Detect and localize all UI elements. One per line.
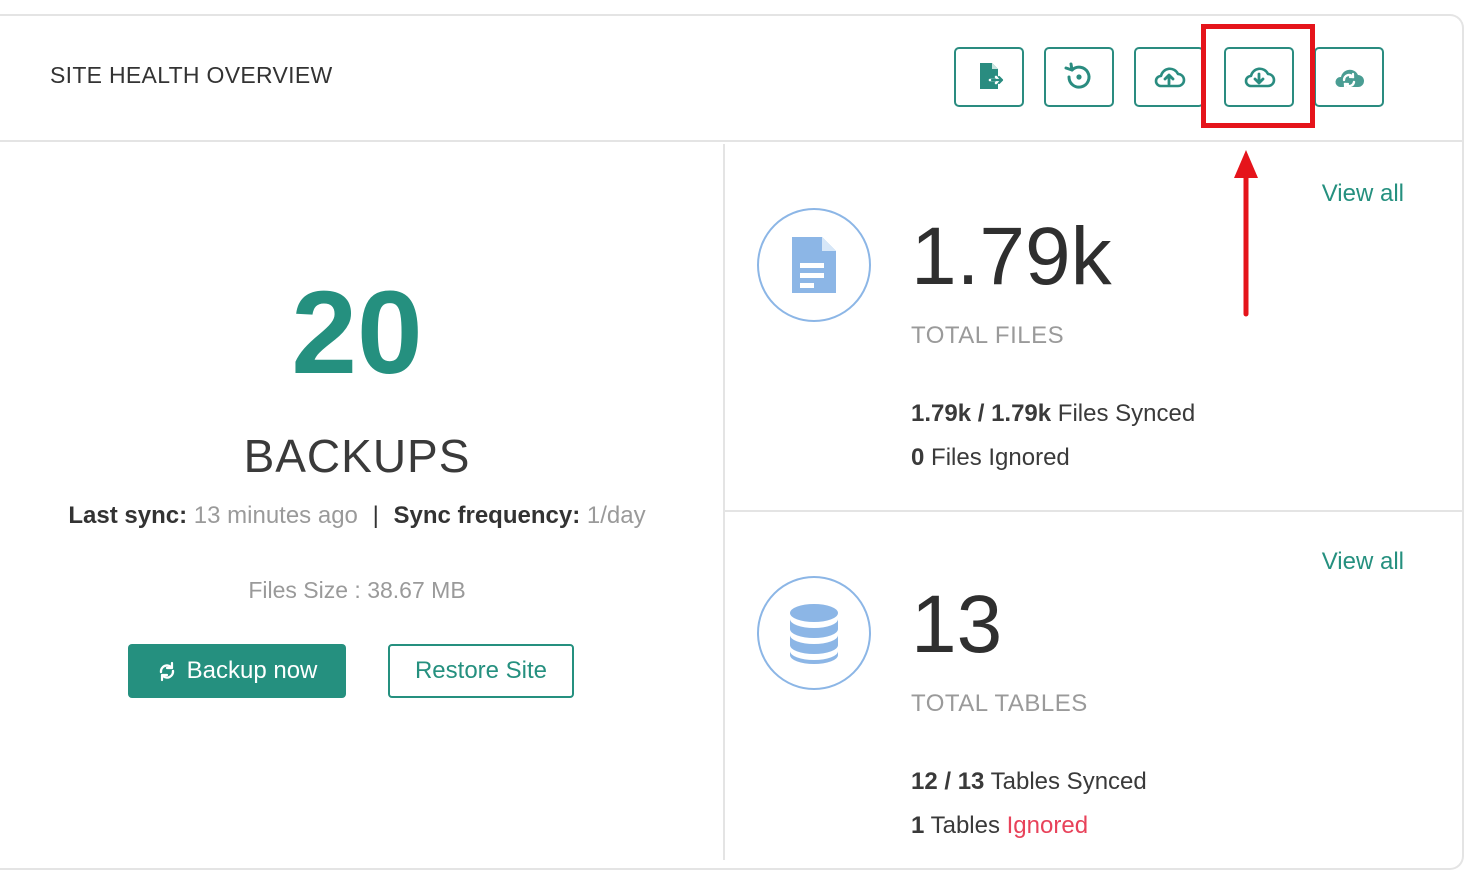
files-panel: View all 1.79k TOTAL FILES 1.79k / 1.79k…	[725, 144, 1462, 510]
backups-label: BACKUPS	[243, 430, 471, 482]
cloud-upload-icon	[1154, 67, 1186, 88]
files-ignored-value: 0	[911, 444, 925, 471]
files-synced: 1.79k / 1.79k Files Synced	[911, 400, 1195, 428]
last-sync-value: 13 minutes ago	[193, 502, 358, 529]
tables-icon-circle	[757, 576, 871, 690]
tables-ignored-highlight: Ignored	[1006, 812, 1089, 839]
sync-frequency-label: Sync frequency:	[393, 502, 581, 529]
sync-frequency-value: 1/day	[586, 502, 646, 529]
file-export-icon	[980, 63, 1004, 89]
backup-now-label: Backup now	[186, 657, 318, 684]
site-health-card: SITE HEALTH OVERVIEW 20 BACKUPS Last syn…	[0, 14, 1464, 870]
tables-synced: 12 / 13 Tables Synced	[911, 768, 1147, 796]
backups-panel: 20 BACKUPS Last sync: 13 minutes ago | S…	[0, 144, 723, 860]
files-icon-circle	[757, 208, 871, 322]
files-ignored: 0 Files Ignored	[911, 444, 1070, 472]
sync-info: Last sync: 13 minutes ago | Sync frequen…	[0, 502, 714, 530]
restore-history-icon	[1064, 62, 1091, 89]
restore-history-button[interactable]	[1044, 47, 1114, 107]
restore-site-button[interactable]: Restore Site	[388, 644, 574, 698]
database-icon	[790, 604, 838, 664]
total-files-count: 1.79k	[911, 211, 1112, 302]
files-synced-value: 1.79k / 1.79k	[911, 400, 1052, 427]
last-sync-label: Last sync:	[68, 502, 188, 529]
tables-ignored: 1 Tables Ignored	[911, 812, 1088, 840]
total-tables-label: TOTAL TABLES	[911, 690, 1088, 717]
document-icon	[792, 237, 836, 293]
files-synced-text: Files Synced	[1057, 400, 1196, 427]
sync-separator: |	[372, 502, 379, 529]
files-view-all-link[interactable]: View all	[1322, 180, 1404, 208]
tables-ignored-value: 1	[911, 812, 925, 839]
highlight-box	[1201, 24, 1315, 128]
tables-synced-value: 12 / 13	[911, 768, 985, 795]
tables-panel: View all 13 TOTAL TABLES 12 / 13 Tables …	[725, 512, 1462, 876]
tables-view-all-link[interactable]: View all	[1322, 548, 1404, 576]
files-size: Files Size : 38.67 MB	[248, 577, 466, 603]
cloud-sync-button[interactable]	[1314, 47, 1384, 107]
backup-now-button[interactable]: Backup now	[128, 644, 346, 698]
files-ignored-text: Files Ignored	[931, 444, 1070, 471]
export-button[interactable]	[954, 47, 1024, 107]
sync-icon	[159, 661, 174, 682]
page-title: SITE HEALTH OVERVIEW	[50, 62, 333, 88]
cloud-upload-button[interactable]	[1134, 47, 1204, 107]
cloud-sync-icon	[1335, 69, 1364, 89]
tables-ignored-text: Tables	[930, 812, 1000, 839]
tables-synced-text: Tables Synced	[990, 768, 1147, 795]
total-files-label: TOTAL FILES	[911, 322, 1065, 349]
backups-count: 20	[291, 267, 423, 399]
total-tables-count: 13	[911, 579, 1003, 670]
